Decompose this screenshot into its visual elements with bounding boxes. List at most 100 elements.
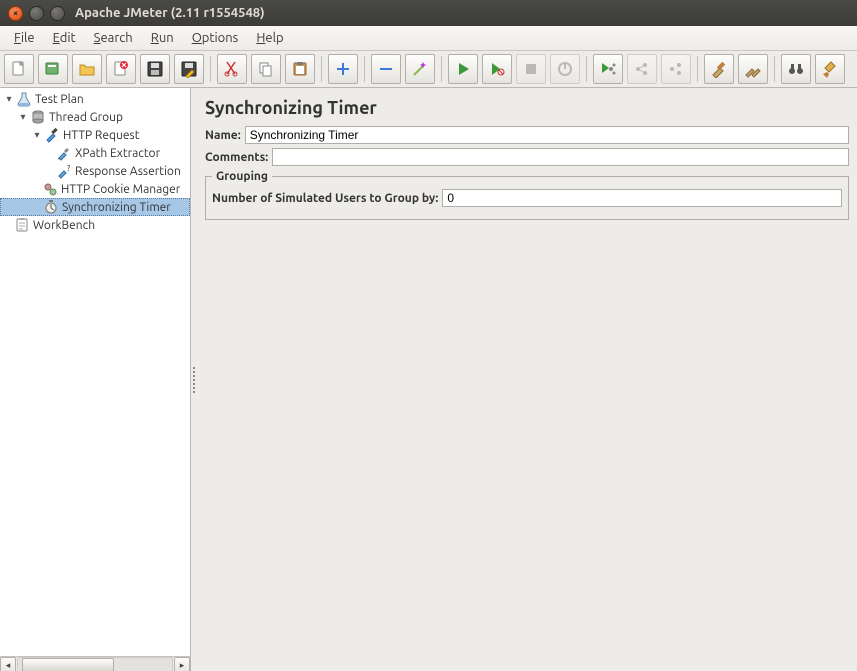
pipette-icon [44, 127, 60, 143]
clear-icon [710, 60, 728, 78]
scroll-thumb[interactable] [22, 658, 114, 671]
menu-run[interactable]: Run [143, 29, 182, 47]
window-close-button[interactable]: × [8, 6, 23, 21]
tree-node-sync-timer[interactable]: Synchronizing Timer [0, 198, 190, 216]
tree-node-test-plan[interactable]: ▾ Test Plan [0, 90, 190, 108]
new-file-icon [10, 60, 28, 78]
users-input[interactable] [442, 189, 842, 207]
question-pipette-icon: ? [56, 163, 72, 179]
wand-icon [411, 60, 429, 78]
comments-row: Comments: [205, 148, 849, 166]
toolbar-separator [774, 56, 775, 82]
scroll-track[interactable] [17, 657, 173, 671]
remote-start-icon [599, 60, 617, 78]
close-file-button[interactable] [106, 54, 136, 84]
copy-icon [257, 60, 275, 78]
remote-start-button[interactable] [593, 54, 623, 84]
close-file-icon [112, 60, 130, 78]
save-icon [146, 60, 164, 78]
window-title: Apache JMeter (2.11 r1554548) [75, 6, 265, 20]
collapse-button[interactable] [371, 54, 401, 84]
toolbar [0, 51, 857, 88]
tree-horizontal-scrollbar[interactable]: ◂ ▸ [0, 656, 190, 671]
start-no-timers-button[interactable] [482, 54, 512, 84]
broom-icon [821, 60, 839, 78]
tree-label: HTTP Cookie Manager [61, 183, 180, 196]
remote-stop-icon [633, 60, 651, 78]
tree-node-response-assertion[interactable]: ? Response Assertion [0, 162, 190, 180]
window-titlebar: × Apache JMeter (2.11 r1554548) [0, 0, 857, 26]
tree-node-xpath-extractor[interactable]: XPath Extractor [0, 144, 190, 162]
tree-label: XPath Extractor [75, 147, 160, 160]
minus-icon [377, 60, 395, 78]
new-file-button[interactable] [4, 54, 34, 84]
toolbar-separator [586, 56, 587, 82]
main-area: ▾ Test Plan ▾ Thread Group ▾ HTTP Reques… [0, 88, 857, 671]
name-label: Name: [205, 129, 241, 142]
paste-icon [291, 60, 309, 78]
expand-toggle-icon[interactable]: ▾ [32, 130, 42, 140]
play-icon [454, 60, 472, 78]
menu-search[interactable]: Search [86, 29, 141, 47]
name-input[interactable] [245, 126, 849, 144]
cut-icon [223, 60, 241, 78]
save-as-button[interactable] [174, 54, 204, 84]
templates-icon [44, 60, 62, 78]
menu-options[interactable]: Options [184, 29, 247, 47]
stop-icon [522, 60, 540, 78]
tree-label: Test Plan [35, 93, 84, 106]
toolbar-separator [697, 56, 698, 82]
play-no-timers-icon [488, 60, 506, 78]
paste-button[interactable] [285, 54, 315, 84]
tree-label: Synchronizing Timer [62, 201, 171, 214]
save-button[interactable] [140, 54, 170, 84]
panel-title: Synchronizing Timer [205, 98, 849, 118]
comments-input[interactable] [272, 148, 849, 166]
window-minimize-button[interactable] [29, 6, 44, 21]
comments-label: Comments: [205, 151, 268, 164]
reset-search-button[interactable] [815, 54, 845, 84]
shutdown-icon [556, 60, 574, 78]
menu-help[interactable]: Help [248, 29, 291, 47]
templates-button[interactable] [38, 54, 68, 84]
window-maximize-button[interactable] [50, 6, 65, 21]
remote-stop-button[interactable] [627, 54, 657, 84]
tree-node-http-request[interactable]: ▾ HTTP Request [0, 126, 190, 144]
cut-button[interactable] [217, 54, 247, 84]
clear-button[interactable] [704, 54, 734, 84]
menu-file[interactable]: File [6, 29, 43, 47]
clipboard-icon [14, 217, 30, 233]
stop-button[interactable] [516, 54, 546, 84]
clear-all-button[interactable] [738, 54, 768, 84]
tree-node-thread-group[interactable]: ▾ Thread Group [0, 108, 190, 126]
menubar: File Edit Search Run Options Help [0, 26, 857, 51]
gears-icon [42, 181, 58, 197]
start-button[interactable] [448, 54, 478, 84]
remote-shutdown-button[interactable] [661, 54, 691, 84]
expand-toggle-icon[interactable]: ▾ [18, 112, 28, 122]
tree-node-http-cookie-manager[interactable]: HTTP Cookie Manager [0, 180, 190, 198]
window-buttons: × [8, 6, 65, 21]
toolbar-separator [210, 56, 211, 82]
toolbar-separator [321, 56, 322, 82]
beaker-icon [16, 91, 32, 107]
scroll-left-button[interactable]: ◂ [0, 657, 16, 671]
copy-button[interactable] [251, 54, 281, 84]
syringe-icon [56, 145, 72, 161]
scroll-right-button[interactable]: ▸ [174, 657, 190, 671]
content-panel: Synchronizing Timer Name: Comments: Grou… [197, 88, 857, 671]
expand-toggle-icon[interactable]: ▾ [4, 94, 14, 104]
open-button[interactable] [72, 54, 102, 84]
tree-node-workbench[interactable]: WorkBench [0, 216, 190, 234]
tree-label: HTTP Request [63, 129, 139, 142]
tree-panel: ▾ Test Plan ▾ Thread Group ▾ HTTP Reques… [0, 88, 191, 671]
expand-button[interactable] [328, 54, 358, 84]
plus-icon [334, 60, 352, 78]
search-tree-button[interactable] [781, 54, 811, 84]
shutdown-button[interactable] [550, 54, 580, 84]
toolbar-separator [441, 56, 442, 82]
toggle-button[interactable] [405, 54, 435, 84]
grouping-legend: Grouping [212, 170, 272, 183]
tree-body[interactable]: ▾ Test Plan ▾ Thread Group ▾ HTTP Reques… [0, 88, 190, 656]
menu-edit[interactable]: Edit [45, 29, 84, 47]
